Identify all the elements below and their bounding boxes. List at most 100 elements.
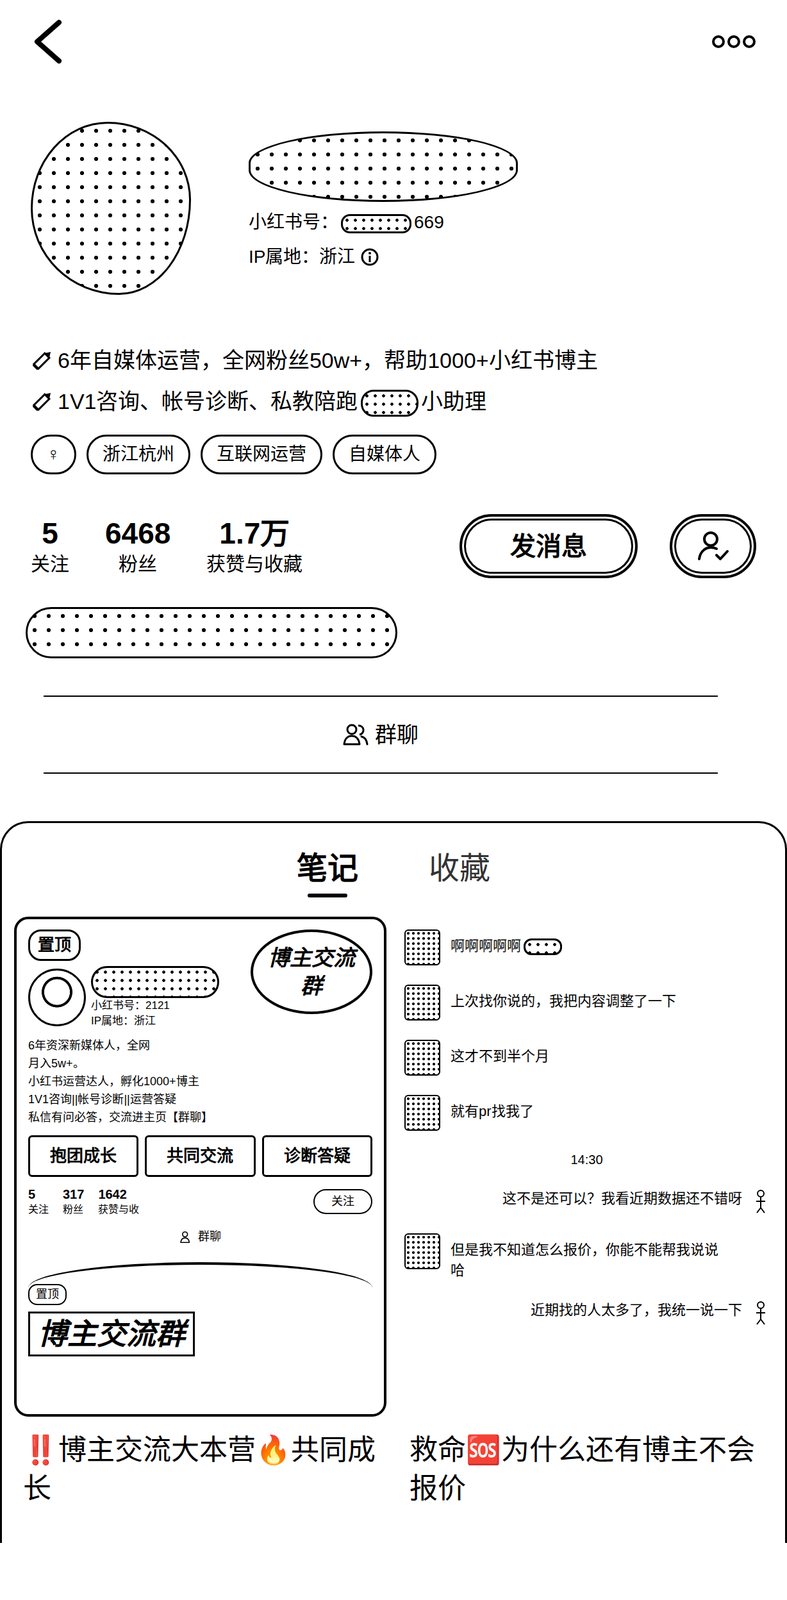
group-chat-link[interactable]: 群聊 xyxy=(43,695,718,774)
shot-button: 共同交流 xyxy=(144,1134,256,1177)
shot-group: 群聊 xyxy=(28,1227,373,1246)
chat-text: 上次找你说的，我把内容调整了一下 xyxy=(450,992,677,1009)
shot-ip: IP属地：浙江 xyxy=(91,1013,220,1029)
stat-label: 关注 xyxy=(30,551,70,577)
account-id: 小红书号： 669 xyxy=(248,208,518,237)
shot-bio-line: 月入5w+。 xyxy=(28,1054,373,1073)
shot-stats: 5关注317粉丝1642获赞与收关注 xyxy=(28,1185,373,1217)
chat-message-sent: 这不是还可以？我看近期数据还不错呀 xyxy=(419,1188,770,1214)
note-title[interactable]: 救命🆘为什么还有博主不会报价 xyxy=(400,1430,773,1508)
bio-text: 1V1咨询、帐号诊断、私教陪跑 小助理 xyxy=(57,380,487,422)
shot-group-label: 群聊 xyxy=(198,1227,222,1246)
chat-time-row: 14:30 xyxy=(404,1149,770,1169)
shot-stat-label: 获赞与收 xyxy=(98,1202,140,1217)
shot-bottom: 置顶博主交流群 xyxy=(28,1261,373,1357)
note-card[interactable]: 啊啊啊啊啊上次找你说的，我把内容调整了一下这才不到半个月就有pr找我了14:30… xyxy=(400,916,773,1508)
bio-part: 6年自媒体运营，全网粉丝50w+，帮助1000+小红书博主 xyxy=(57,347,598,373)
shot-identity: 小红书号：2121IP属地：浙江 xyxy=(28,965,246,1029)
chat-avatar xyxy=(404,1094,441,1131)
chat-avatar xyxy=(404,984,441,1021)
chat-text: 这才不到半个月 xyxy=(450,1047,550,1064)
chat-text: 近期找的人太多了，我统一说一下 xyxy=(530,1299,743,1321)
tab-label: 笔记 xyxy=(296,851,359,886)
profile-tag: 浙江杭州 xyxy=(86,434,191,475)
profile-tag: 互联网运营 xyxy=(200,434,323,475)
stat-value: 6468 xyxy=(105,515,171,552)
tab[interactable]: 笔记 xyxy=(290,848,365,898)
profile-tag: ♀ xyxy=(30,434,77,475)
profile-screenshot: 置顶小红书号：2121IP属地：浙江博主交流群6年资深新媒体人，全网月入5w+。… xyxy=(14,916,387,1417)
bio-redacted xyxy=(360,389,419,417)
pencil-icon xyxy=(30,388,56,413)
chat-message-sent: 近期找的人太多了，我统一说一下 xyxy=(419,1299,770,1326)
shot-stat-value: 317 xyxy=(62,1185,84,1203)
shot-bio-line: 私信有问必答，交流进主页【群聊】 xyxy=(28,1108,373,1127)
stat-label: 获赞与收藏 xyxy=(206,551,303,577)
shot-stat: 1642获赞与收 xyxy=(98,1185,140,1217)
group-icon xyxy=(342,722,369,746)
shot-footer: 博主交流群 xyxy=(28,1311,195,1357)
account-id-tail: 669 xyxy=(414,212,445,232)
profile-header: 小红书号： 669 IP属地：浙江 xyxy=(0,83,787,295)
shot-name-redacted xyxy=(91,965,220,998)
bio-text: 6年自媒体运营，全网粉丝50w+，帮助1000+小红书博主 xyxy=(57,339,598,381)
chat-bubble: 上次找你说的，我把内容调整了一下 xyxy=(450,984,677,1012)
tab-bar: 笔记 收藏 xyxy=(1,848,786,898)
back-button[interactable] xyxy=(30,18,65,65)
chat-text: 这不是还可以？我看近期数据还不错呀 xyxy=(502,1188,743,1209)
account-id-label: 小红书号： xyxy=(248,212,339,232)
notes-panel: 笔记收藏置顶小红书号：2121IP属地：浙江博主交流群6年资深新媒体人，全网月入… xyxy=(0,820,787,1543)
top-bar xyxy=(0,0,787,84)
ip-text: IP属地：浙江 xyxy=(248,242,356,272)
shot-bio: 6年资深新媒体人，全网月入5w+。小红书运营达人，孵化1000+博主1V1咨询|… xyxy=(28,1036,373,1127)
nickname-redacted xyxy=(248,131,518,202)
note-cover[interactable]: 啊啊啊啊啊上次找你说的，我把内容调整了一下这才不到半个月就有pr找我了14:30… xyxy=(400,916,773,1417)
more-dots-icon xyxy=(711,33,757,50)
bio-part: 1V1咨询、帐号诊断、私教陪跑 xyxy=(57,389,359,414)
stat[interactable]: 6468粉丝 xyxy=(105,515,171,577)
shot-button: 诊断答疑 xyxy=(262,1134,373,1177)
bio-part: 小助理 xyxy=(421,389,487,414)
shot-bio-line: 6年资深新媒体人，全网 xyxy=(28,1036,373,1055)
shot-stat: 317粉丝 xyxy=(62,1185,84,1217)
stat-label: 粉丝 xyxy=(105,551,171,577)
avatar[interactable] xyxy=(30,121,191,295)
chat-avatar xyxy=(404,929,441,966)
chat-message-received: 就有pr找我了 xyxy=(404,1094,770,1131)
shot-stat-value: 1642 xyxy=(98,1185,140,1203)
group-bubble: 博主交流群 xyxy=(250,929,373,1014)
stats-row: 5关注 6468粉丝 1.7万获赞与收藏 发消息 xyxy=(0,513,787,579)
chat-avatar xyxy=(404,1233,441,1269)
shot-stat-label: 粉丝 xyxy=(62,1202,84,1217)
shot-stat: 5关注 xyxy=(28,1185,49,1217)
message-button[interactable]: 发消息 xyxy=(459,513,638,579)
tab-underline xyxy=(307,893,348,898)
note-title[interactable]: ‼️博主交流大本营🔥共同成长 xyxy=(14,1430,387,1508)
action-buttons: 发消息 xyxy=(459,513,757,579)
shot-name-block: 小红书号：2121IP属地：浙江 xyxy=(91,965,220,1029)
shot-footer-pin: 置顶 xyxy=(28,1283,67,1305)
tab-label: 收藏 xyxy=(428,851,491,886)
redacted-line xyxy=(25,606,398,659)
back-arrow-icon xyxy=(30,18,65,65)
shot-stat-label: 关注 xyxy=(28,1202,49,1217)
chat-message-received: 这才不到半个月 xyxy=(404,1039,770,1076)
stat[interactable]: 5关注 xyxy=(30,515,70,577)
stat-value: 1.7万 xyxy=(206,515,303,552)
followed-button[interactable] xyxy=(669,513,757,579)
note-card[interactable]: 置顶小红书号：2121IP属地：浙江博主交流群6年资深新媒体人，全网月入5w+。… xyxy=(14,916,387,1508)
chat-bubble: 但是我不知道怎么报价，你能不能帮我说说哈 xyxy=(450,1233,720,1281)
chat-redacted xyxy=(523,938,563,955)
chat-text: 就有pr找我了 xyxy=(450,1102,534,1119)
chat-text: 但是我不知道怎么报价，你能不能帮我说说哈 xyxy=(450,1241,719,1278)
chat-screenshot: 啊啊啊啊啊上次找你说的，我把内容调整了一下这才不到半个月就有pr找我了14:30… xyxy=(400,916,773,1417)
profile-info: 小红书号： 669 IP属地：浙江 xyxy=(248,121,518,272)
note-cover[interactable]: 置顶小红书号：2121IP属地：浙江博主交流群6年资深新媒体人，全网月入5w+。… xyxy=(14,916,387,1417)
tab[interactable]: 收藏 xyxy=(422,848,497,898)
more-button[interactable] xyxy=(711,33,757,50)
stat[interactable]: 1.7万获赞与收藏 xyxy=(206,515,303,577)
person-check-icon xyxy=(696,529,730,563)
shot-stat-value: 5 xyxy=(28,1185,49,1203)
chat-message-received: 上次找你说的，我把内容调整了一下 xyxy=(404,984,770,1021)
chat-self-avatar-icon xyxy=(752,1188,770,1214)
